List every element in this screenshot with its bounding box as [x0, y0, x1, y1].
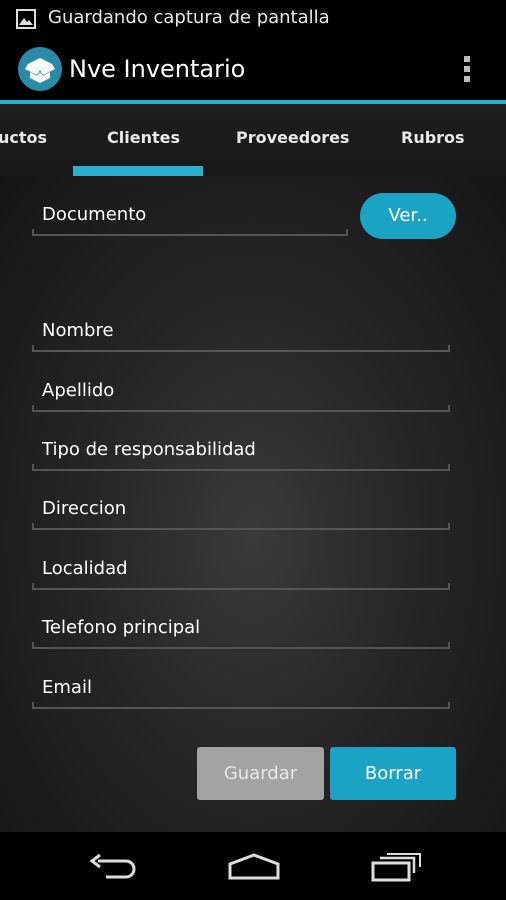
tab-rubros[interactable]: Rubros — [401, 128, 465, 147]
documento-field-label: Documento — [42, 204, 147, 225]
dropbox-box-icon — [18, 47, 62, 91]
app-title: Nve Inventario — [69, 55, 246, 83]
documento-field[interactable]: Documento — [32, 192, 348, 236]
email-field[interactable]: Email — [32, 665, 450, 709]
telefono-field-label: Telefono principal — [42, 617, 201, 638]
image-icon — [16, 9, 36, 29]
overflow-menu-icon[interactable] — [460, 53, 474, 85]
back-icon[interactable] — [88, 852, 138, 880]
telefono-field[interactable]: Telefono principal — [32, 605, 450, 649]
status-text: Guardando captura de pantalla — [48, 7, 330, 28]
status-bar: Guardando captura de pantalla — [0, 0, 506, 38]
apellido-field[interactable]: Apellido — [32, 368, 450, 412]
tab-bar: uctos Clientes Proveedores Rubros — [0, 104, 506, 176]
nombre-field-label: Nombre — [42, 320, 114, 341]
email-field-label: Email — [42, 677, 92, 698]
localidad-field[interactable]: Localidad — [32, 546, 450, 590]
app-bar: Nve Inventario — [0, 38, 506, 100]
recents-icon[interactable] — [370, 852, 422, 882]
localidad-field-label: Localidad — [42, 558, 128, 579]
apellido-field-label: Apellido — [42, 380, 115, 401]
tipo-responsabilidad-field[interactable]: Tipo de responsabilidad — [32, 427, 450, 471]
direccion-field-label: Direccion — [42, 498, 127, 519]
tab-productos[interactable]: uctos — [0, 128, 47, 147]
tab-proveedores[interactable]: Proveedores — [236, 128, 349, 147]
ver-button[interactable]: Ver.. — [360, 193, 456, 239]
nombre-field[interactable]: Nombre — [32, 308, 450, 352]
navigation-bar — [0, 832, 506, 900]
tab-clientes[interactable]: Clientes — [107, 128, 180, 147]
tab-selected-indicator — [73, 166, 203, 176]
borrar-button[interactable]: Borrar — [330, 747, 456, 800]
tipo-responsabilidad-field-label: Tipo de responsabilidad — [42, 439, 256, 460]
direccion-field[interactable]: Direccion — [32, 486, 450, 530]
home-icon[interactable] — [226, 852, 282, 880]
guardar-button[interactable]: Guardar — [197, 747, 324, 800]
